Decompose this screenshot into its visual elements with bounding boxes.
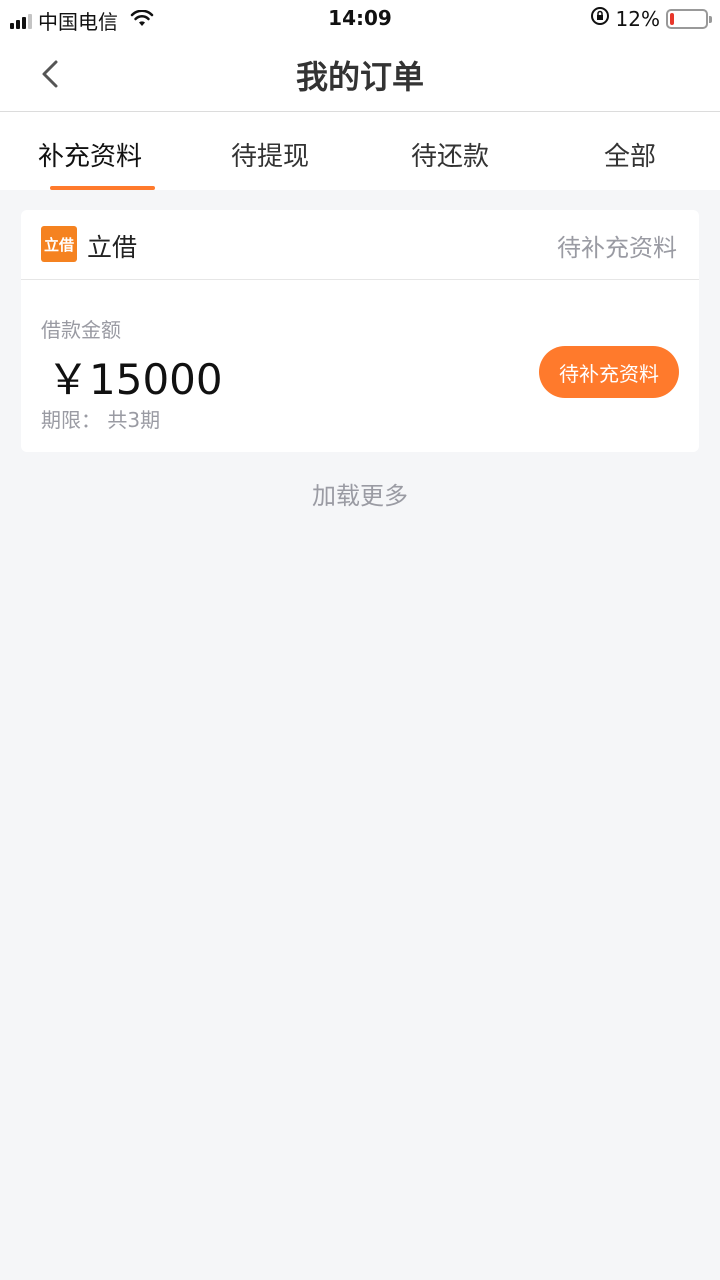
tab-pending-repayment[interactable]: 待还款 [360,112,540,190]
battery-percent: 12% [615,6,660,31]
status-right: 12% [590,6,712,31]
tab-label: 待还款 [410,142,489,172]
load-more[interactable]: 加载更多 [0,476,720,511]
order-status: 待补充资料 [557,234,677,262]
brand-logo: 立借 [41,226,77,262]
tab-label: 待提现 [230,142,309,172]
order-card[interactable]: 立借 立借 待补充资料 借款金额 ￥15000 期限： 共3期 待补充资料 [21,210,699,452]
tab-active-indicator [50,186,155,190]
page-title: 我的订单 [295,58,424,96]
amount-label: 借款金额 [41,318,121,342]
battery-icon [666,8,712,29]
loan-term: 期限： 共3期 [41,408,161,432]
loan-amount: ￥15000 [47,355,223,404]
battery-fill [670,12,675,25]
order-card-header: 立借 立借 待补充资料 [21,210,699,280]
rotation-lock-icon [590,6,610,31]
status-bar: 中国电信 14:09 12% [0,0,720,36]
tab-supplement-info[interactable]: 补充资料 [0,112,180,190]
order-card-body: 借款金额 ￥15000 期限： 共3期 待补充资料 [21,280,699,452]
supplement-info-button[interactable]: 待补充资料 [539,346,679,398]
nav-bar: 我的订单 [0,36,720,112]
tab-all[interactable]: 全部 [540,112,720,190]
brand-name: 立借 [87,233,138,262]
brand-logo-text: 立借 [43,235,74,254]
tab-pending-withdrawal[interactable]: 待提现 [180,112,360,190]
tab-label: 补充资料 [37,142,142,172]
order-tabs: 补充资料 待提现 待还款 全部 [0,112,720,190]
tab-label: 全部 [603,142,656,172]
